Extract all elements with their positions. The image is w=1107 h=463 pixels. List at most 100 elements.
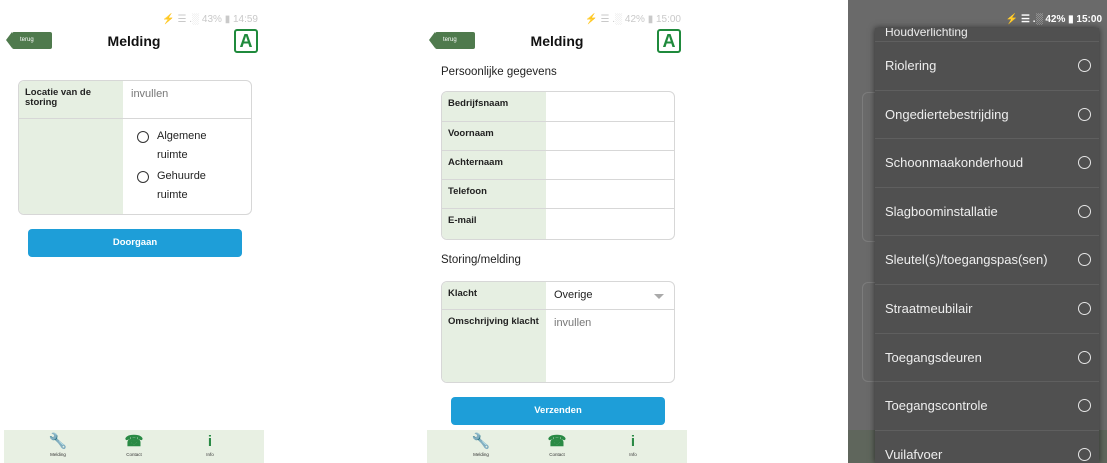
radio-label: Algemene ruimte <box>157 130 207 161</box>
last-name-input[interactable] <box>546 151 674 179</box>
field-row: E-mail <box>442 209 674 239</box>
list-item[interactable]: Ongediertebestrijding <box>875 91 1099 140</box>
continue-button[interactable]: Doorgaan <box>28 229 242 257</box>
status-bar: ⚡ ☰ .░ 42% ▮ 15:00 <box>585 14 681 25</box>
option-label: Riolering <box>885 58 937 73</box>
list-item[interactable]: Straatmeubilair <box>875 285 1099 334</box>
phone-icon: ☎ <box>547 433 567 450</box>
phone-input[interactable] <box>546 180 674 208</box>
chevron-down-icon <box>654 294 664 299</box>
wrench-icon: 🔧 <box>48 433 68 450</box>
info-icon: i <box>630 433 636 450</box>
list-item[interactable]: Riolering <box>875 42 1099 91</box>
status-bar: ⚡ ☰ .░ 43% ▮ 14:59 <box>162 14 258 25</box>
radio-button-icon[interactable] <box>1078 447 1091 461</box>
field-row: Voornaam <box>442 122 674 151</box>
radio-button-icon[interactable] <box>1078 156 1091 170</box>
nav-info[interactable]: i Info <box>611 430 655 463</box>
field-label: Telefoon <box>442 180 546 208</box>
wrench-icon: 🔧 <box>471 433 491 450</box>
phone-icon: ☎ <box>124 433 144 450</box>
location-card: Locatie van de storing invullen Algemene… <box>18 80 252 215</box>
description-row: Omschrijving klacht invullen <box>442 310 674 382</box>
list-item[interactable]: Sleutel(s)/toegangspas(sen) <box>875 236 1099 285</box>
option-label: Ongediertebestrijding <box>885 106 1009 122</box>
radio-gehuurde-ruimte[interactable]: Gehuurde ruimte <box>131 167 243 205</box>
radio-button-icon[interactable] <box>1078 59 1091 72</box>
option-label: Toegangsdeuren <box>885 349 982 365</box>
complaint-label: Klacht <box>442 282 546 309</box>
info-icon: i <box>207 433 213 450</box>
section-title-personal: Persoonlijke gegevens <box>441 66 557 78</box>
section-title-issue: Storing/melding <box>441 254 521 266</box>
field-label: Voornaam <box>442 122 546 150</box>
option-label: Schoonmaakonderhoud <box>885 155 1024 171</box>
bottom-nav: 🔧 Melding ☎ Contact i Info <box>427 430 687 463</box>
page-title: Melding <box>107 33 161 49</box>
list-item[interactable]: Vuilafvoer <box>875 431 1099 463</box>
description-label: Omschrijving klacht <box>442 310 546 382</box>
location-type-label <box>19 119 123 214</box>
radio-button-icon[interactable] <box>1078 301 1091 315</box>
location-type-group: Algemene ruimte Gehuurde ruimte <box>123 119 251 214</box>
description-textarea[interactable]: invullen <box>546 310 674 382</box>
radio-button-icon[interactable] <box>1078 204 1091 218</box>
radio-button-icon[interactable] <box>1078 253 1091 267</box>
radio-label: Gehuurde ruimte <box>157 170 206 201</box>
nav-label: Info <box>206 452 214 457</box>
option-label: Straatmeubilair <box>885 300 973 316</box>
location-input[interactable]: invullen <box>123 81 251 118</box>
nav-contact[interactable]: ☎ Contact <box>112 430 156 463</box>
first-name-input[interactable] <box>546 122 674 150</box>
email-input[interactable] <box>546 209 674 239</box>
issue-card: Klacht Overige Omschrijving klacht invul… <box>441 281 675 383</box>
field-label: E-mail <box>442 209 546 239</box>
field-label: Achternaam <box>442 151 546 179</box>
nav-contact[interactable]: ☎ Contact <box>535 430 579 463</box>
nav-melding[interactable]: 🔧 Melding <box>36 430 80 463</box>
option-label: Vuilafvoer <box>885 446 943 462</box>
personal-card: Bedrijfsnaam Voornaam Achternaam Telefoo… <box>441 91 675 240</box>
status-bar: ⚡ ☰ .░ 42% ▮ 15:00 <box>1005 14 1102 25</box>
nav-label: Melding <box>473 452 489 457</box>
list-item[interactable]: Toegangsdeuren <box>875 334 1099 383</box>
nav-label: Contact <box>126 452 142 457</box>
page-title: Melding <box>530 33 584 49</box>
option-label: Toegangscontrole <box>885 398 988 414</box>
location-label: Locatie van de storing <box>19 81 123 118</box>
field-row: Telefoon <box>442 180 674 209</box>
bottom-nav: 🔧 Melding ☎ Contact i Info <box>4 430 264 463</box>
submit-button[interactable]: Verzenden <box>451 397 665 425</box>
option-label: Sleutel(s)/toegangspas(sen) <box>885 252 1048 268</box>
location-row: Locatie van de storing invullen <box>19 81 251 119</box>
app-logo: A <box>234 29 258 53</box>
complaint-options-dialog: Houdverlichting Riolering Ongediertebest… <box>875 28 1099 463</box>
nav-label: Contact <box>549 452 565 457</box>
list-item[interactable]: Schoonmaakonderhoud <box>875 139 1099 188</box>
field-row: Bedrijfsnaam <box>442 92 674 122</box>
screen-complaint-picker: ⚡ ☰ .░ 42% ▮ 15:00 Houdverlichting Riole… <box>848 0 1107 463</box>
location-type-row: Algemene ruimte Gehuurde ruimte <box>19 119 251 214</box>
nav-label: Melding <box>50 452 66 457</box>
nav-info[interactable]: i Info <box>188 430 232 463</box>
complaint-row: Klacht Overige <box>442 282 674 310</box>
nav-melding[interactable]: 🔧 Melding <box>459 430 503 463</box>
radio-button-icon[interactable] <box>137 131 149 143</box>
app-logo: A <box>657 29 681 53</box>
option-label: Slagboominstallatie <box>885 203 998 219</box>
option-label: Houdverlichting <box>885 28 968 39</box>
radio-button-icon[interactable] <box>1078 107 1091 121</box>
radio-button-icon[interactable] <box>137 171 149 183</box>
radio-button-icon[interactable] <box>1078 350 1091 364</box>
app-header: terug Melding A <box>4 26 264 62</box>
list-item[interactable]: Slagboominstallatie <box>875 188 1099 237</box>
radio-algemene-ruimte[interactable]: Algemene ruimte <box>131 127 243 165</box>
company-name-input[interactable] <box>546 92 674 121</box>
radio-button-icon[interactable] <box>1078 399 1091 413</box>
list-item-partial[interactable]: Houdverlichting <box>875 28 1099 42</box>
field-row: Achternaam <box>442 151 674 180</box>
list-item[interactable]: Toegangscontrole <box>875 382 1099 431</box>
screen-melding-location: ⚡ ☰ .░ 43% ▮ 14:59 terug Melding A Locat… <box>4 0 264 463</box>
nav-label: Info <box>629 452 637 457</box>
app-header: terug Melding A <box>427 26 687 62</box>
